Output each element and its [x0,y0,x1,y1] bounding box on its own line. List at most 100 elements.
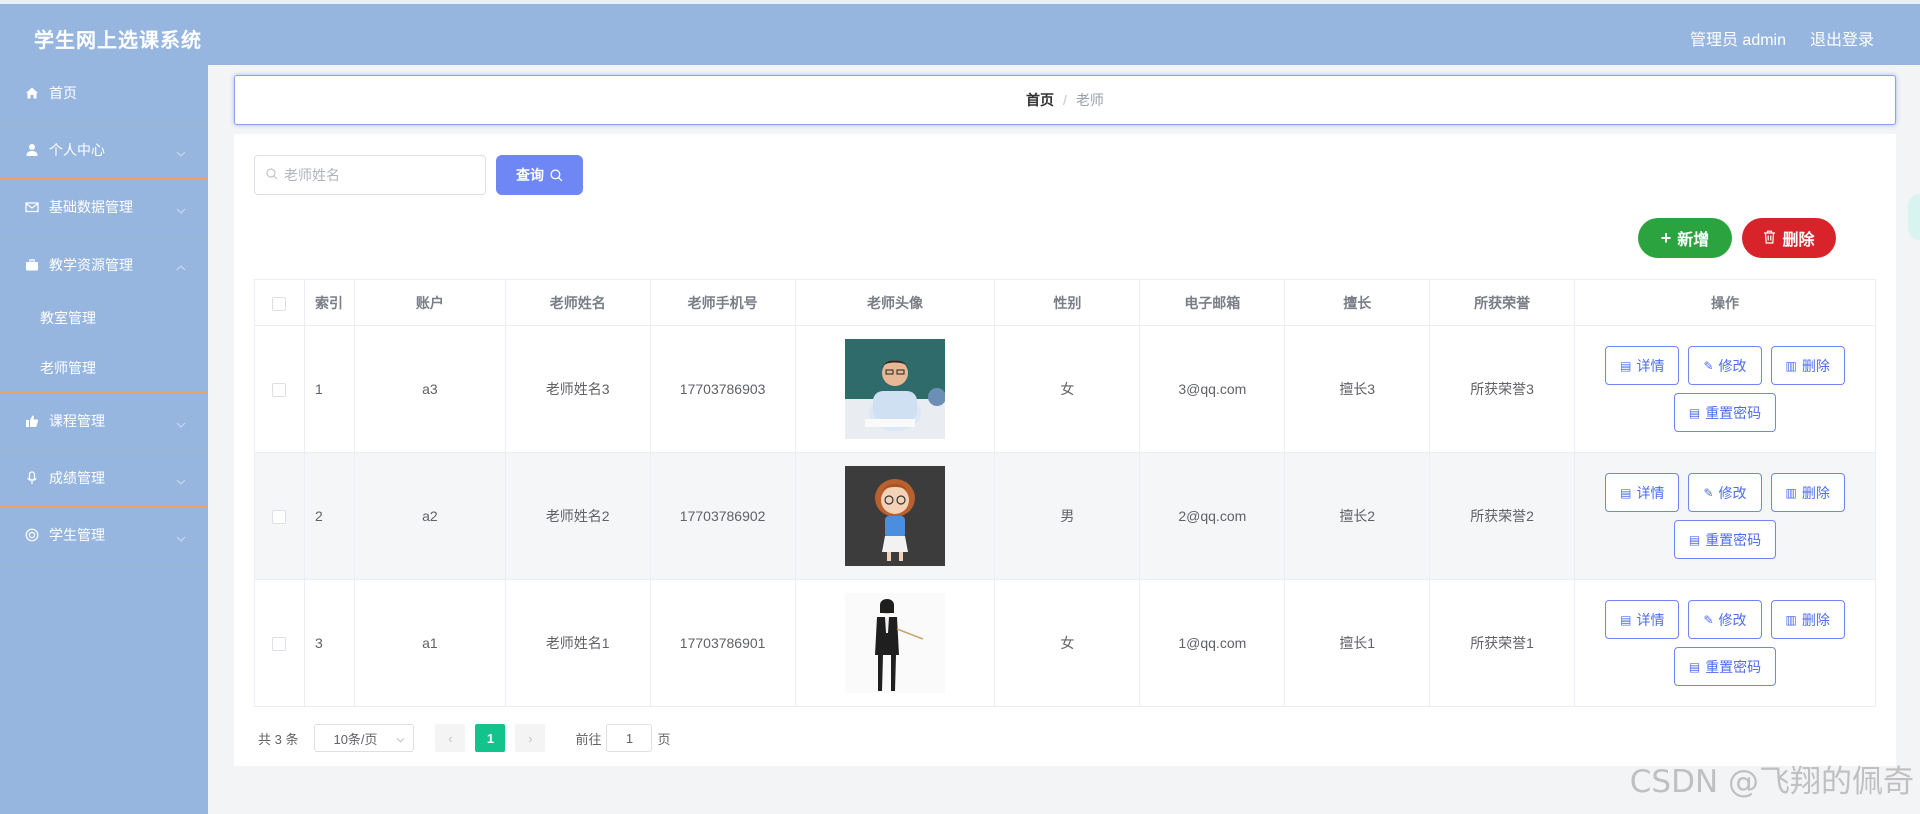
goto-page-input[interactable]: 1 [606,724,653,752]
sidebar-item-home[interactable]: 首页 [0,65,208,122]
table-row: 2 a2 老师姓名2 17703786902 男 2@qq.com 擅长2 所获… [254,452,1876,580]
page-size-value: 10条/页 [333,731,378,747]
row-checkbox[interactable] [272,637,287,652]
sidebar-item-course[interactable]: 课程管理 [0,393,208,450]
cell-account: a2 [353,452,506,580]
add-button[interactable]: + 新增 [1638,218,1732,258]
document-icon: ▤ [1620,358,1632,373]
column-header: 老师头像 [794,279,996,326]
batch-delete-label: 删除 [1782,232,1815,249]
cell-email: 2@qq.com [1139,452,1286,580]
detail-button-label: 详情 [1636,357,1665,374]
row-checkbox-cell[interactable] [254,325,305,453]
edit-button[interactable]: ✎ 修改 [1688,346,1762,385]
page-size-select[interactable]: 10条/页 [314,724,415,752]
detail-button[interactable]: ▤ 详情 [1605,600,1680,639]
edit-button-label: 修改 [1718,357,1747,374]
sidebar: 首页 个人中心 基础数据管理 教学资源管理 教室管理 老师管理 课程管理 成绩管… [0,65,208,814]
cell-account: a1 [353,579,506,707]
row-checkbox[interactable] [272,383,287,398]
cell-name: 老师姓名1 [504,579,651,707]
side-drawer-handle[interactable] [1908,194,1920,240]
search-icon [550,168,563,182]
cell-phone: 17703786903 [649,325,796,453]
teacher-avatar-image[interactable] [845,466,946,566]
content-panel: 老师姓名 查询 + 新增 删除 索引 账户 老师姓名 老师手机号 老师头像 性别… [234,134,1896,766]
column-header: 电子邮箱 [1139,279,1286,326]
cell-honor: 所获荣誉2 [1429,452,1576,580]
mail-icon [24,199,40,215]
column-header: 老师手机号 [649,279,796,326]
row-checkbox-cell[interactable] [254,579,305,707]
chevron-down-icon [176,144,186,160]
chevron-down-icon [176,529,186,545]
chevron-down-icon [396,731,405,746]
next-page-button[interactable]: › [515,724,546,752]
cell-specialty: 擅长2 [1284,452,1431,580]
column-header: 擅长 [1284,279,1431,326]
cell-specialty: 擅长1 [1284,579,1431,707]
column-header: 操作 [1574,279,1876,326]
edit-icon: ✎ [1703,485,1714,500]
document-icon: ▤ [1620,612,1632,627]
delete-button-label: 删除 [1801,484,1830,501]
cell-phone: 17703786901 [649,579,796,707]
reset-password-button[interactable]: ▤ 重置密码 [1673,520,1777,559]
detail-button[interactable]: ▤ 详情 [1605,473,1680,512]
user-icon [24,142,40,158]
sidebar-item-label: 成绩管理 [49,470,105,486]
teacher-name-search-input[interactable]: 老师姓名 [254,155,486,195]
table-header-row: 索引 账户 老师姓名 老师手机号 老师头像 性别 电子邮箱 擅长 所获荣誉 操作 [254,279,1876,326]
delete-button[interactable]: ▥ 删除 [1770,346,1845,385]
cell-email: 3@qq.com [1139,325,1286,453]
prev-page-button[interactable]: ‹ [435,724,466,752]
sidebar-item-students[interactable]: 学生管理 [0,507,208,564]
row-checkbox-cell[interactable] [254,452,305,580]
edit-button[interactable]: ✎ 修改 [1688,473,1762,512]
page-number-button[interactable]: 1 [475,724,506,752]
plus-icon: + [1660,228,1672,248]
home-icon [24,85,40,101]
sidebar-item-grades[interactable]: 成绩管理 [0,450,208,507]
row-checkbox[interactable] [272,510,287,525]
document-icon: ▤ [1688,659,1701,674]
select-all-checkbox-cell[interactable] [254,279,305,326]
breadcrumb-separator: / [1063,92,1067,108]
cell-avatar [794,452,996,580]
sidebar-subitem-classroom[interactable]: 教室管理 [0,293,208,343]
logout-link[interactable]: 退出登录 [1810,26,1874,50]
search-button[interactable]: 查询 [496,155,583,195]
cell-name: 老师姓名3 [504,325,651,453]
sidebar-item-teaching-resources[interactable]: 教学资源管理 [0,236,208,293]
watermark: CSDN @飞翔的佩奇 [1629,764,1914,800]
batch-delete-button[interactable]: 删除 [1742,218,1836,258]
trash-icon [1763,229,1776,247]
sidebar-item-basic-data[interactable]: 基础数据管理 [0,179,208,236]
reset-password-button[interactable]: ▤ 重置密码 [1673,647,1777,686]
cell-index: 2 [303,452,355,580]
sidebar-item-personal-center[interactable]: 个人中心 [0,122,208,179]
sidebar-subitem-teacher[interactable]: 老师管理 [0,343,208,393]
teacher-avatar-image[interactable] [845,593,946,693]
delete-button[interactable]: ▥ 删除 [1770,600,1845,639]
delete-button-label: 删除 [1801,357,1830,374]
reset-password-button[interactable]: ▤ 重置密码 [1673,393,1777,432]
sidebar-item-label: 学生管理 [49,527,105,543]
teacher-avatar-image[interactable] [845,339,946,439]
cell-index: 3 [303,579,355,707]
breadcrumb-current: 老师 [1075,92,1104,108]
delete-button[interactable]: ▥ 删除 [1770,473,1845,512]
detail-button-label: 详情 [1636,484,1665,501]
sidebar-item-label: 课程管理 [49,413,105,429]
detail-button[interactable]: ▤ 详情 [1605,346,1680,385]
briefcase-icon [24,257,40,273]
goto-suffix: 页 [657,731,671,747]
sidebar-item-label: 教学资源管理 [49,256,133,273]
cell-specialty: 擅长3 [1284,325,1431,453]
breadcrumb-home[interactable]: 首页 [1026,90,1054,110]
select-all-checkbox[interactable] [272,296,287,311]
document-icon: ▤ [1688,532,1701,547]
search-button-label: 查询 [516,167,544,183]
edit-button[interactable]: ✎ 修改 [1688,600,1762,639]
cell-account: a3 [353,325,506,453]
